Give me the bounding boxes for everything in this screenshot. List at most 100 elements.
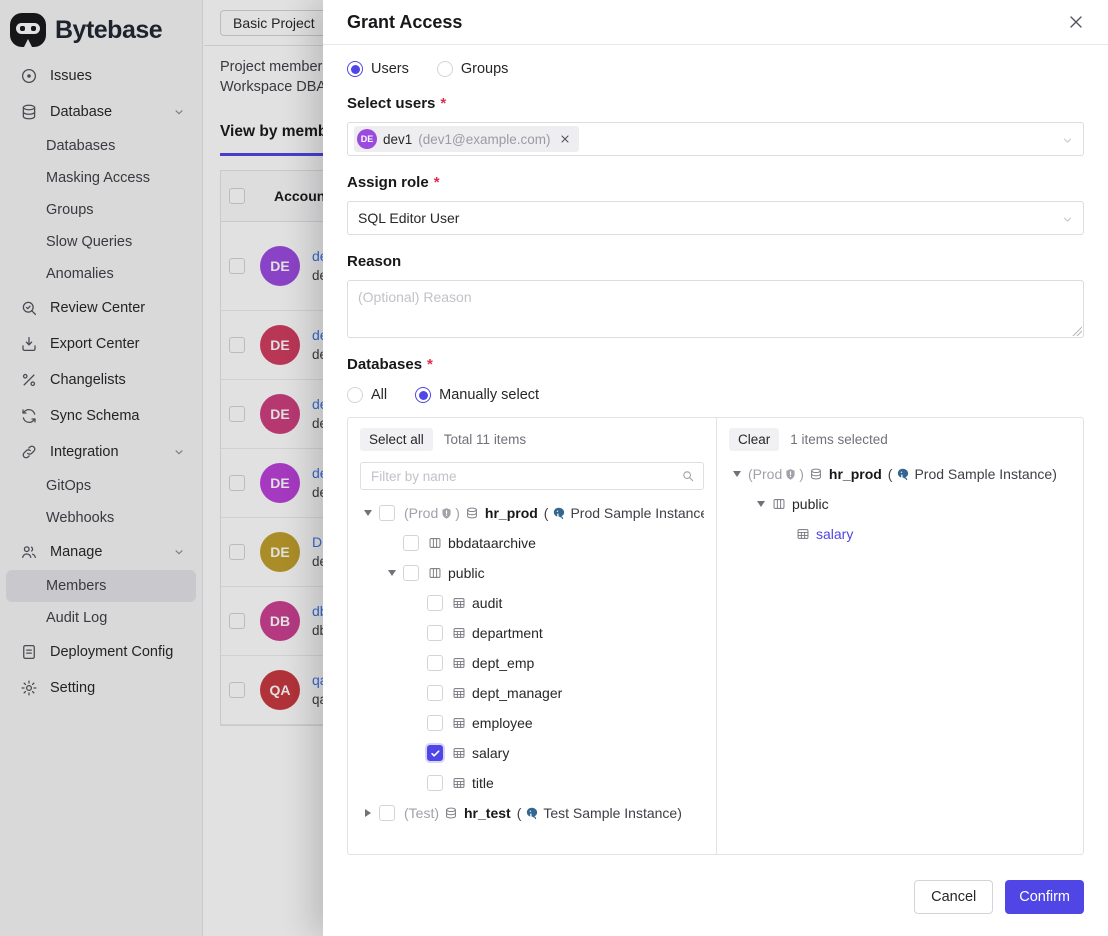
db-icon (465, 506, 479, 520)
table-icon (452, 716, 466, 730)
database-tree: (Prod)hr_prod(Prod Sample Instancebbdata… (360, 498, 704, 828)
tree-node-dept-manager[interactable]: dept_manager (360, 678, 704, 708)
assign-role-select[interactable]: SQL Editor User (347, 201, 1084, 235)
grant-access-modal: Grant Access Users Groups Select users* (323, 0, 1108, 936)
tree-node-salary[interactable]: salary (360, 738, 704, 768)
checkbox[interactable] (427, 775, 443, 791)
confirm-button[interactable]: Confirm (1005, 880, 1084, 914)
table-icon (452, 686, 466, 700)
checkbox[interactable] (379, 505, 395, 521)
postgres-icon (896, 467, 910, 481)
selected-count-label: 1 items selected (790, 432, 888, 447)
shield-icon (784, 468, 797, 481)
remove-chip-icon[interactable] (559, 133, 571, 145)
radio-all[interactable]: All (347, 387, 387, 403)
chevron-down-icon[interactable] (731, 471, 743, 477)
schema-icon (772, 497, 786, 511)
tree-node-public[interactable]: public (729, 489, 1071, 519)
chevron-right-icon[interactable] (362, 809, 374, 817)
node-name: dept_emp (472, 655, 534, 671)
chevron-down-icon[interactable] (386, 570, 398, 576)
clear-button[interactable]: Clear (729, 428, 779, 451)
table-icon (796, 527, 810, 541)
database-scope-radios: All Manually select (347, 387, 1084, 403)
node-name: department (472, 625, 543, 641)
node-name: public (792, 496, 829, 512)
radio-users[interactable]: Users (347, 61, 409, 77)
picker-source-pane: Select all Total 11 items (Prod)hr_prod(… (348, 418, 717, 854)
radio-manually-select[interactable]: Manually select (415, 387, 539, 403)
radio-groups[interactable]: Groups (437, 61, 509, 77)
tree-node-title[interactable]: title (360, 768, 704, 798)
tree-node-department[interactable]: department (360, 618, 704, 648)
required-asterisk: * (440, 95, 446, 112)
checkbox[interactable] (403, 565, 419, 581)
filter-input-wrap (360, 462, 704, 490)
radio-all-control[interactable] (347, 387, 363, 403)
tree-node-hr-prod[interactable]: (Prod)hr_prod(Prod Sample Instance (360, 498, 704, 528)
required-asterisk: * (427, 356, 433, 373)
node-name: employee (472, 715, 533, 731)
tree-node-bbdataarchive[interactable]: bbdataarchive (360, 528, 704, 558)
radio-manually-select-control[interactable] (415, 387, 431, 403)
instance-label: (Test Sample Instance) (517, 805, 682, 821)
checkbox[interactable] (427, 685, 443, 701)
node-name: audit (472, 595, 502, 611)
filter-input[interactable] (369, 468, 681, 485)
shield-icon (440, 507, 453, 520)
tree-node-hr-prod[interactable]: (Prod)hr_prod(Prod Sample Instance) (729, 459, 1071, 489)
checkbox[interactable] (379, 805, 395, 821)
selected-tree: (Prod)hr_prod(Prod Sample Instance)publi… (729, 459, 1071, 549)
selected-user-chip: DE dev1 (dev1@example.com) (354, 126, 579, 152)
total-items-label: Total 11 items (444, 432, 526, 447)
modal-title: Grant Access (347, 12, 462, 33)
environment-label: (Test) (404, 805, 439, 821)
tree-node-audit[interactable]: audit (360, 588, 704, 618)
checkbox[interactable] (427, 745, 443, 761)
tree-node-public[interactable]: public (360, 558, 704, 588)
modal-footer: Cancel Confirm (323, 868, 1108, 936)
chevron-down-icon[interactable] (755, 501, 767, 507)
modal-body: Users Groups Select users* DE dev1 (dev1… (323, 45, 1108, 868)
tree-node-salary[interactable]: salary (729, 519, 1071, 549)
tree-node-employee[interactable]: employee (360, 708, 704, 738)
select-all-button[interactable]: Select all (360, 428, 433, 451)
chevron-down-icon[interactable] (362, 510, 374, 516)
assign-role-label: Assign role* (347, 174, 1084, 191)
checkbox[interactable] (427, 715, 443, 731)
table-icon (452, 656, 466, 670)
chevron-down-icon (1061, 134, 1074, 147)
databases-label: Databases* (347, 356, 1084, 373)
node-name: salary (816, 526, 853, 542)
checkbox[interactable] (403, 535, 419, 551)
environment-label: (Prod) (404, 505, 460, 521)
radio-users-control[interactable] (347, 61, 363, 77)
checkbox[interactable] (427, 595, 443, 611)
chevron-down-icon (1061, 213, 1074, 226)
tree-node-hr-test[interactable]: (Test)hr_test(Test Sample Instance) (360, 798, 704, 828)
required-asterisk: * (434, 174, 440, 191)
radio-groups-control[interactable] (437, 61, 453, 77)
checkbox[interactable] (427, 625, 443, 641)
postgres-icon (552, 506, 566, 520)
node-name: hr_prod (829, 466, 882, 482)
select-users-input[interactable]: DE dev1 (dev1@example.com) (347, 122, 1084, 156)
table-icon (452, 596, 466, 610)
picker-selected-pane: Clear 1 items selected (Prod)hr_prod(Pro… (717, 418, 1083, 854)
resize-handle[interactable] (1072, 326, 1082, 336)
checkbox[interactable] (427, 655, 443, 671)
tree-node-dept-emp[interactable]: dept_emp (360, 648, 704, 678)
table-icon (452, 746, 466, 760)
schema-icon (428, 566, 442, 580)
member-type-radios: Users Groups (347, 61, 1084, 77)
postgres-icon (525, 806, 539, 820)
reason-textarea[interactable] (347, 280, 1084, 338)
environment-label: (Prod) (748, 466, 804, 482)
select-users-label: Select users* (347, 95, 1084, 112)
cancel-button[interactable]: Cancel (914, 880, 993, 914)
node-name: dept_manager (472, 685, 562, 701)
avatar: DE (357, 129, 377, 149)
schema-icon (428, 536, 442, 550)
node-name: title (472, 775, 494, 791)
close-icon[interactable] (1066, 12, 1086, 32)
